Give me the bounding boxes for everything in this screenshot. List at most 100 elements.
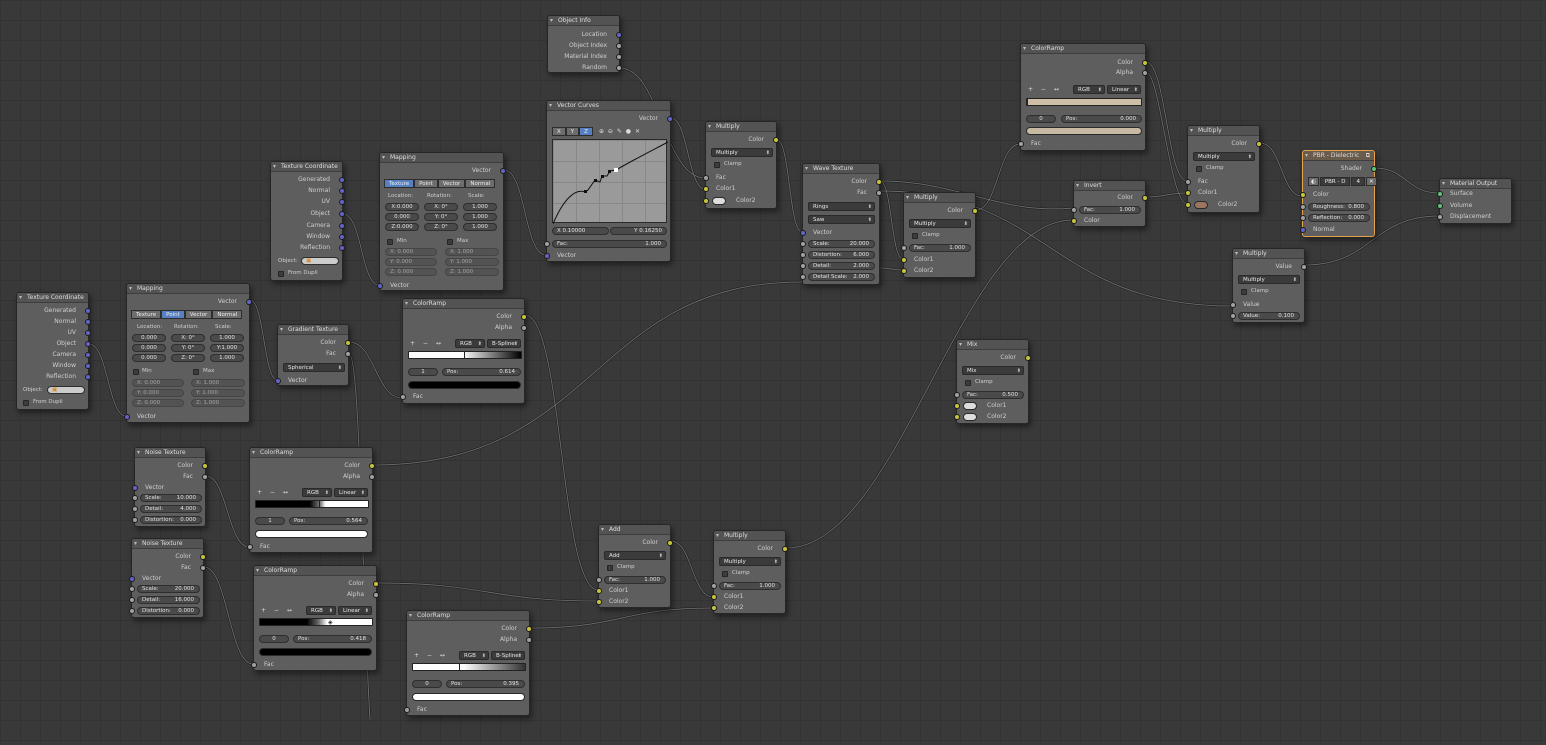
socket-color2-in[interactable]	[1185, 202, 1191, 208]
ramp-gradient-bar[interactable]	[412, 663, 526, 671]
socket-scale-in[interactable]	[132, 495, 138, 501]
wave-profile-dropdown[interactable]: Saw	[808, 215, 875, 224]
stop-color-swatch[interactable]	[1026, 127, 1142, 135]
location-z-field[interactable]: Z:0.000	[385, 223, 419, 231]
socket-fac-out[interactable]	[202, 474, 208, 480]
node-math-multiply[interactable]: Multiply Value Multiply Clamp Value Valu…	[1230, 248, 1307, 323]
color2-swatch[interactable]	[1194, 201, 1208, 209]
close-icon[interactable]: ✕	[1365, 177, 1377, 186]
socket-alpha-out[interactable]	[1142, 70, 1148, 76]
socket-fac-in[interactable]	[711, 583, 717, 589]
socket-color1-in[interactable]	[901, 257, 907, 263]
node-material-output[interactable]: Material Output Surface Volume Displacem…	[1437, 178, 1512, 224]
socket-vector-in[interactable]	[132, 485, 138, 491]
node-title[interactable]: ColorRamp	[407, 611, 529, 621]
ramp-controls[interactable]: + − ↔	[414, 652, 448, 660]
ramp-stop-marker[interactable]	[319, 501, 320, 507]
socket-alpha-out[interactable]	[373, 592, 379, 598]
socket-fac-in[interactable]	[596, 577, 602, 583]
node-title[interactable]: Invert	[1074, 181, 1145, 191]
socket-fac-out[interactable]	[345, 351, 351, 357]
min-checkbox[interactable]	[387, 239, 393, 245]
socket-uv[interactable]	[339, 199, 345, 205]
clamp-checkbox[interactable]	[722, 571, 728, 577]
socket-vector-out[interactable]	[246, 299, 252, 305]
clamp-checkbox[interactable]	[912, 233, 918, 239]
socket-shader-out[interactable]	[1371, 166, 1377, 172]
socket-vector-in[interactable]	[544, 253, 550, 259]
scale-z-field[interactable]: 1.000	[463, 223, 497, 231]
socket-color-out[interactable]	[972, 208, 978, 214]
scale-y-field[interactable]: Y:1.000	[210, 344, 244, 352]
curve-x-readout[interactable]: X 0.10000	[552, 227, 609, 235]
active-stop-index[interactable]: 1	[408, 368, 438, 376]
tab-vector[interactable]: Vector	[437, 179, 466, 188]
color-mode-dropdown[interactable]: RGB	[1073, 85, 1105, 94]
node-title[interactable]: Multiply	[714, 531, 785, 541]
detail-field[interactable]: Detail: 16.000	[137, 596, 200, 604]
distortion-field[interactable]: Distortion: 6.000	[808, 251, 875, 259]
clamp-checkbox[interactable]	[714, 162, 720, 168]
blend-mode-dropdown[interactable]: Mix	[962, 366, 1024, 375]
socket-color-out[interactable]	[345, 340, 351, 346]
socket-vector-out[interactable]	[500, 168, 506, 174]
node-title[interactable]: ColorRamp	[1021, 44, 1145, 54]
max-y-field[interactable]: Y: 1.000	[191, 389, 245, 397]
node-tree-icon[interactable]: ◐	[1308, 177, 1319, 186]
socket-material-index[interactable]	[616, 54, 622, 60]
socket-object[interactable]	[85, 341, 91, 347]
scale-x-field[interactable]: 1.000	[463, 203, 497, 211]
socket-random[interactable]	[616, 65, 622, 71]
rotation-z-field[interactable]: Z: 0°	[171, 354, 205, 362]
active-stop-index[interactable]: 0	[1026, 115, 1056, 123]
socket-displacement-in[interactable]	[1437, 214, 1443, 220]
ramp-controls[interactable]: + − ↔	[1028, 86, 1062, 94]
reflection-field[interactable]: Reflection: 0.000	[1308, 214, 1370, 222]
group-name-field[interactable]: PBR - D	[1319, 177, 1351, 186]
node-title[interactable]: Material Output	[1440, 179, 1511, 189]
detail-scale-field[interactable]: Detail Scale: 2.000	[808, 273, 875, 281]
detail-field[interactable]: Detail: 2.000	[808, 262, 875, 270]
color-mode-dropdown[interactable]: RGB	[302, 488, 332, 497]
object-picker-field[interactable]: ▣	[47, 386, 85, 394]
node-title[interactable]: PBR - Dielectric	[1303, 151, 1374, 161]
socket-alpha-out[interactable]	[526, 637, 532, 643]
socket-alpha-out[interactable]	[369, 474, 375, 480]
socket-color2-in[interactable]	[596, 599, 602, 605]
socket-object-index[interactable]	[616, 43, 622, 49]
node-mapping-1[interactable]: Mapping Vector Texture Point Vector Norm…	[124, 283, 252, 423]
tab-texture[interactable]: Texture	[131, 310, 162, 319]
node-title[interactable]: Mapping	[127, 284, 249, 294]
ramp-stop-marker[interactable]: ◈	[308, 619, 313, 626]
socket-fac-in[interactable]	[247, 544, 253, 550]
ramp-stop-marker[interactable]	[464, 352, 465, 358]
tab-normal[interactable]: Normal	[465, 179, 496, 188]
scale-field[interactable]: Scale: 20.000	[137, 585, 200, 593]
node-title[interactable]: Texture Coordinate	[271, 162, 342, 172]
ramp-stop-marker[interactable]	[1027, 99, 1028, 105]
socket-color-out[interactable]	[1142, 195, 1148, 201]
min-z-field[interactable]: Z: 0.000	[385, 268, 437, 276]
node-title[interactable]: ColorRamp	[250, 448, 372, 458]
node-title[interactable]: ColorRamp	[403, 299, 524, 309]
axis-z-tab[interactable]: Z	[579, 127, 593, 136]
socket-fac-in[interactable]	[954, 392, 960, 398]
color-mode-dropdown[interactable]: RGB	[306, 606, 336, 615]
node-texture-coordinate-2[interactable]: Texture Coordinate Generated Normal UV O…	[270, 161, 345, 281]
roughness-field[interactable]: Roughness: 0.800	[1308, 203, 1370, 211]
node-wave-texture[interactable]: Wave Texture Color Fac Rings Saw Vector …	[800, 163, 882, 285]
rotation-x-field[interactable]: X: 0°	[171, 334, 205, 342]
scale-x-field[interactable]: 1.000	[210, 334, 244, 342]
node-object-info[interactable]: Object Info Location Object Index Materi…	[547, 15, 622, 73]
socket-uv[interactable]	[85, 330, 91, 336]
socket-distortion-in[interactable]	[800, 252, 806, 258]
socket-color2-in[interactable]	[901, 268, 907, 274]
socket-fac-in[interactable]	[544, 241, 550, 247]
socket-color-out[interactable]	[782, 546, 788, 552]
clamp-checkbox[interactable]	[607, 565, 613, 571]
ramp-gradient-bar[interactable]	[408, 351, 522, 359]
socket-alpha-out[interactable]	[521, 325, 527, 331]
color2-swatch[interactable]	[712, 197, 726, 205]
socket-color-out[interactable]	[526, 626, 532, 632]
socket-volume-in[interactable]	[1437, 203, 1443, 209]
